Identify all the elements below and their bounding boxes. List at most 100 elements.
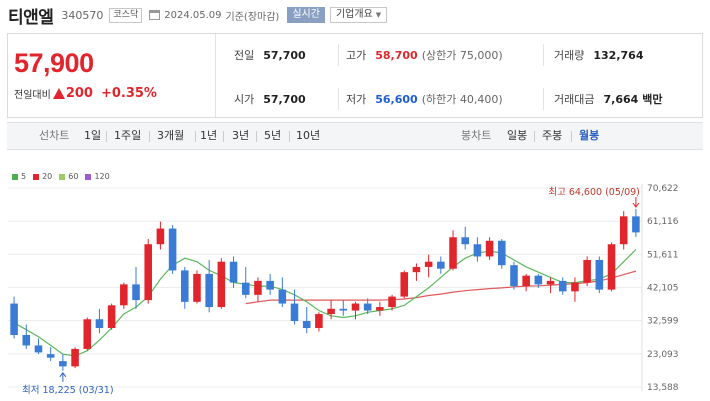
candle-body bbox=[168, 228, 177, 271]
current-price: 57,900 bbox=[14, 48, 94, 78]
amount-value: 7,664 bbox=[603, 92, 639, 106]
candle-body bbox=[571, 282, 579, 292]
stock-header: 티앤엘 340570 코스닥 2024.05.09 기준(장마감) 실시간 기업… bbox=[0, 0, 710, 30]
candle-body bbox=[607, 244, 616, 290]
legend-swatch bbox=[59, 173, 66, 180]
candle-body bbox=[558, 280, 567, 292]
y-tick-label: 70,622 bbox=[647, 184, 679, 194]
candle-body bbox=[34, 345, 43, 353]
candle-body bbox=[412, 266, 421, 273]
open-label: 시가 bbox=[234, 93, 255, 106]
tab-divider bbox=[256, 131, 257, 142]
tab-daily[interactable]: 일봉 bbox=[507, 128, 527, 144]
company-info-label: 기업개요 bbox=[335, 9, 373, 20]
candle-body bbox=[22, 334, 31, 346]
tab-1d[interactable]: 1일 bbox=[84, 128, 101, 144]
prev-close-label: 전일 bbox=[234, 49, 255, 62]
tab-3y[interactable]: 3년 bbox=[232, 128, 249, 144]
tab-5y[interactable]: 5년 bbox=[264, 128, 281, 144]
tab-divider bbox=[289, 131, 290, 142]
quote-date: 2024.05.09 bbox=[164, 9, 222, 21]
legend-swatch bbox=[85, 173, 92, 180]
low-value: 56,600 bbox=[375, 92, 418, 106]
candle-body bbox=[485, 240, 494, 257]
candle-chart-label: 봉차트 bbox=[461, 129, 492, 142]
candle-body bbox=[71, 348, 79, 367]
candle-body bbox=[498, 240, 506, 266]
prev-close-cell: 전일 57,700 bbox=[234, 45, 306, 65]
candle-body bbox=[83, 319, 92, 349]
amount-unit: 백만 bbox=[642, 93, 663, 106]
candle-body bbox=[132, 284, 140, 301]
tab-10y[interactable]: 10년 bbox=[296, 128, 320, 144]
y-tick-label: 23,093 bbox=[647, 350, 679, 360]
stock-name: 티앤엘 bbox=[8, 7, 54, 28]
candle-body bbox=[144, 244, 152, 301]
candle-body bbox=[120, 284, 128, 306]
candle-body bbox=[59, 361, 67, 367]
candle-body bbox=[254, 280, 262, 295]
open-cell: 시가 57,700 bbox=[234, 89, 306, 109]
tab-divider bbox=[223, 131, 224, 142]
candle-body bbox=[376, 307, 384, 311]
candle-body bbox=[278, 289, 287, 304]
candle-body bbox=[302, 321, 311, 328]
tab-divider bbox=[571, 131, 572, 142]
legend-swatch bbox=[12, 173, 18, 180]
candle-body bbox=[546, 280, 555, 285]
candle-body bbox=[632, 216, 640, 233]
candle-body bbox=[449, 237, 457, 269]
candle-body bbox=[46, 354, 55, 358]
prev-close-value: 57,700 bbox=[263, 48, 306, 62]
market-badge: 코스닥 bbox=[109, 7, 143, 23]
realtime-button[interactable]: 실시간 bbox=[287, 7, 325, 23]
candle-body bbox=[473, 244, 482, 257]
high-value: 58,700 bbox=[375, 48, 418, 62]
candle-body bbox=[181, 270, 189, 302]
tab-divider bbox=[106, 131, 107, 142]
calendar-icon bbox=[149, 10, 161, 20]
candle-body bbox=[95, 319, 104, 328]
chart-period-tabs: 선차트 1일 1주일 3개월 1년 3년 5년 10년 봉차트 일봉 주봉 월봉 bbox=[7, 122, 703, 150]
up-arrow-icon bbox=[52, 88, 65, 99]
candle-body bbox=[217, 261, 226, 308]
candle-body bbox=[461, 237, 469, 245]
tab-1y[interactable]: 1년 bbox=[200, 128, 217, 144]
high-label: 고가 bbox=[346, 49, 367, 62]
candle-body bbox=[583, 259, 591, 283]
tab-weekly[interactable]: 주봉 bbox=[542, 128, 562, 144]
company-info-dropdown[interactable]: 기업개요 ▼ bbox=[329, 7, 388, 23]
stock-code: 340570 bbox=[61, 8, 104, 22]
ma5-line bbox=[13, 249, 637, 357]
open-value: 57,700 bbox=[263, 92, 306, 106]
chevron-down-icon: ▼ bbox=[375, 11, 382, 19]
divider bbox=[543, 44, 544, 66]
tab-divider bbox=[534, 131, 535, 142]
amount-label: 거래대금 bbox=[554, 93, 595, 106]
divider bbox=[543, 88, 544, 110]
change-value: 200 bbox=[65, 86, 93, 101]
tab-1w[interactable]: 1주일 bbox=[114, 128, 141, 144]
tab-monthly[interactable]: 월봉 bbox=[579, 128, 599, 144]
candle-body bbox=[351, 303, 360, 311]
tab-divider bbox=[149, 131, 150, 142]
candle-body bbox=[315, 314, 323, 328]
candle-body bbox=[619, 216, 628, 245]
candlestick-chart[interactable]: 70,622 61,116 51,611 42,105 32,599 23,093 13,5… bbox=[0, 180, 710, 401]
candle-body bbox=[510, 265, 518, 287]
tab-divider bbox=[195, 131, 196, 142]
quote-basis: 기준(장마감) bbox=[225, 11, 280, 23]
volume-label: 거래량 bbox=[554, 49, 585, 62]
y-tick-label: 32,599 bbox=[647, 317, 679, 327]
candle-body bbox=[388, 296, 396, 308]
y-tick-label: 61,116 bbox=[647, 217, 679, 227]
divider bbox=[338, 88, 339, 110]
low-annotation: 최저 18,225 (03/31) bbox=[22, 385, 114, 396]
candle-body bbox=[327, 308, 335, 315]
candle-body bbox=[400, 272, 409, 297]
tab-3m[interactable]: 3개월 bbox=[157, 128, 184, 144]
divider bbox=[338, 44, 339, 66]
candle-body bbox=[156, 228, 165, 245]
legend-swatch bbox=[33, 173, 40, 180]
candle-body bbox=[193, 273, 201, 302]
